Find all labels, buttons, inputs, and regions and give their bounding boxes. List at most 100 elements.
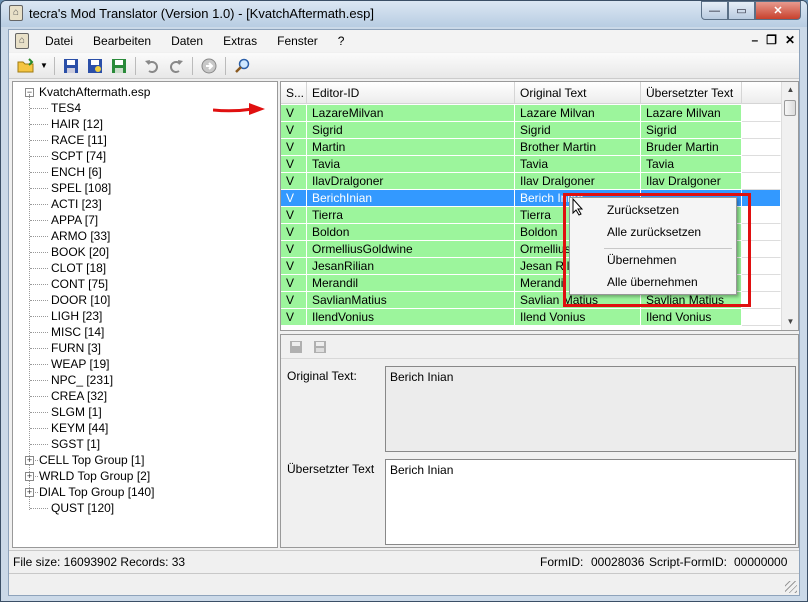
cell-status[interactable]: V <box>281 105 307 122</box>
cell-editor-id[interactable]: Tierra <box>307 207 515 224</box>
save-as-icon[interactable] <box>84 55 106 77</box>
tree-item-label: QUST [120] <box>51 501 115 515</box>
translated-text-input[interactable]: Berich Inian <box>385 459 796 545</box>
cell-status[interactable]: V <box>281 207 307 224</box>
tree-expand-icon[interactable]: + <box>25 456 34 465</box>
menu-datei[interactable]: Datei <box>35 30 83 52</box>
scroll-thumb[interactable] <box>784 100 796 116</box>
cell-status[interactable]: V <box>281 139 307 156</box>
save-green-icon[interactable] <box>108 55 130 77</box>
save-icon[interactable] <box>60 55 82 77</box>
column-header-editor-id[interactable]: Editor-ID <box>307 82 515 104</box>
cell-status[interactable]: V <box>281 292 307 309</box>
undo-icon[interactable] <box>141 55 163 77</box>
cell-status[interactable]: V <box>281 258 307 275</box>
cell-status[interactable]: V <box>281 241 307 258</box>
tree-branch-line <box>30 412 48 413</box>
minimize-button[interactable]: — <box>701 1 728 20</box>
cell-editor-id[interactable]: Tavia <box>307 156 515 173</box>
tree-branch-line <box>30 348 48 349</box>
context-item-reset-all[interactable]: Alle zurücksetzen <box>570 222 736 243</box>
tree-item-label: CONT [75] <box>51 277 109 291</box>
tree-item-label: CELL Top Group [1] <box>39 453 145 467</box>
column-header-translated-text[interactable]: Übersetzter Text <box>641 82 742 104</box>
redo-icon[interactable] <box>165 55 187 77</box>
cell-status[interactable]: V <box>281 309 307 326</box>
table-row[interactable]: V Sigrid Sigrid Sigrid <box>281 122 781 139</box>
record-tree[interactable]: − KvatchAftermath.esp TES4 HAIR [12] RACE [1… <box>12 81 278 548</box>
cell-original[interactable]: Brother Martin <box>515 139 641 156</box>
app-icon[interactable]: ⌂ <box>9 5 23 21</box>
cell-editor-id[interactable]: JesanRilian <box>307 258 515 275</box>
table-row[interactable]: V IlavDralgoner Ilav Dralgoner Ilav Dralgon… <box>281 173 781 190</box>
cell-editor-id[interactable]: IlavDralgoner <box>307 173 515 190</box>
mdi-close-button[interactable]: ✕ <box>785 33 795 47</box>
cell-editor-id[interactable]: SavlianMatius <box>307 292 515 309</box>
cell-status[interactable]: V <box>281 173 307 190</box>
cell-translated[interactable]: Ilav Dralgoner <box>641 173 742 190</box>
context-item-apply[interactable]: Übernehmen <box>570 250 736 271</box>
menu-fenster[interactable]: Fenster <box>267 30 328 52</box>
tree-expand-icon[interactable]: + <box>25 488 34 497</box>
cell-translated[interactable]: Lazare Milvan <box>641 105 742 122</box>
column-header-original-text[interactable]: Original Text <box>515 82 641 104</box>
cell-status[interactable]: V <box>281 275 307 292</box>
mdi-minimize-button[interactable]: – <box>751 33 758 47</box>
menu-extras[interactable]: Extras <box>213 30 267 52</box>
table-row[interactable]: V Martin Brother Martin Bruder Martin <box>281 139 781 156</box>
cell-translated[interactable]: Ilend Vonius <box>641 309 742 326</box>
context-menu: Zurücksetzen Alle zurücksetzen Übernehme… <box>569 197 737 295</box>
context-item-reset[interactable]: Zurücksetzen <box>570 200 736 221</box>
cell-status[interactable]: V <box>281 224 307 241</box>
cell-editor-id[interactable]: Boldon <box>307 224 515 241</box>
close-button[interactable]: ✕ <box>755 1 801 20</box>
tree-branch-line <box>30 252 48 253</box>
table-row[interactable]: V LazareMilvan Lazare Milvan Lazare Milvan <box>281 105 781 122</box>
cell-translated[interactable]: Sigrid <box>641 122 742 139</box>
menu-bearbeiten[interactable]: Bearbeiten <box>83 30 161 52</box>
original-text-box[interactable]: Berich Inian <box>385 366 796 452</box>
cell-editor-id[interactable]: Martin <box>307 139 515 156</box>
forward-circle-icon[interactable] <box>198 55 220 77</box>
table-row[interactable]: V IlendVonius Ilend Vonius Ilend Vonius <box>281 309 781 326</box>
cell-original[interactable]: Ilend Vonius <box>515 309 641 326</box>
detail-save-icon[interactable] <box>287 338 305 356</box>
resize-grip-icon[interactable] <box>785 581 797 593</box>
detail-save-all-icon[interactable] <box>311 338 329 356</box>
cell-editor-id[interactable]: OrmelliusGoldwine <box>307 241 515 258</box>
window-title: tecra's Mod Translator (Version 1.0) - [… <box>29 6 374 21</box>
document-icon[interactable]: ⌂ <box>15 33 29 49</box>
cell-translated[interactable]: Bruder Martin <box>641 139 742 156</box>
cell-filler <box>742 122 781 139</box>
cell-translated[interactable]: Tavia <box>641 156 742 173</box>
cell-editor-id[interactable]: Merandil <box>307 275 515 292</box>
menu-daten[interactable]: Daten <box>161 30 213 52</box>
menu-help[interactable]: ? <box>328 30 355 52</box>
scroll-down-icon[interactable]: ▼ <box>782 314 798 330</box>
cell-status[interactable]: V <box>281 156 307 173</box>
cell-original[interactable]: Ilav Dralgoner <box>515 173 641 190</box>
cell-editor-id[interactable]: BerichInian <box>307 190 515 207</box>
cell-editor-id[interactable]: LazareMilvan <box>307 105 515 122</box>
search-icon[interactable] <box>231 55 253 77</box>
context-item-apply-all[interactable]: Alle übernehmen <box>570 272 736 293</box>
open-folder-icon[interactable] <box>15 55 37 77</box>
cell-filler <box>742 105 781 122</box>
cell-editor-id[interactable]: Sigrid <box>307 122 515 139</box>
table-row[interactable]: V Tavia Tavia Tavia <box>281 156 781 173</box>
cell-original[interactable]: Lazare Milvan <box>515 105 641 122</box>
scroll-up-icon[interactable]: ▲ <box>782 82 798 98</box>
cell-original[interactable]: Sigrid <box>515 122 641 139</box>
maximize-button[interactable]: ▭ <box>728 1 755 20</box>
cell-status[interactable]: V <box>281 122 307 139</box>
title-bar[interactable]: ⌂ tecra's Mod Translator (Version 1.0) -… <box>1 1 807 27</box>
cell-editor-id[interactable]: IlendVonius <box>307 309 515 326</box>
mdi-restore-button[interactable]: ❐ <box>766 33 777 47</box>
column-header-status[interactable]: S... <box>281 82 307 104</box>
tree-branch-line <box>30 364 48 365</box>
cell-original[interactable]: Tavia <box>515 156 641 173</box>
grid-vertical-scrollbar[interactable]: ▲ ▼ <box>781 82 798 330</box>
tree-expand-icon[interactable]: + <box>25 472 34 481</box>
dropdown-arrow-icon[interactable]: ▼ <box>39 55 49 77</box>
cell-status[interactable]: V <box>281 190 307 207</box>
